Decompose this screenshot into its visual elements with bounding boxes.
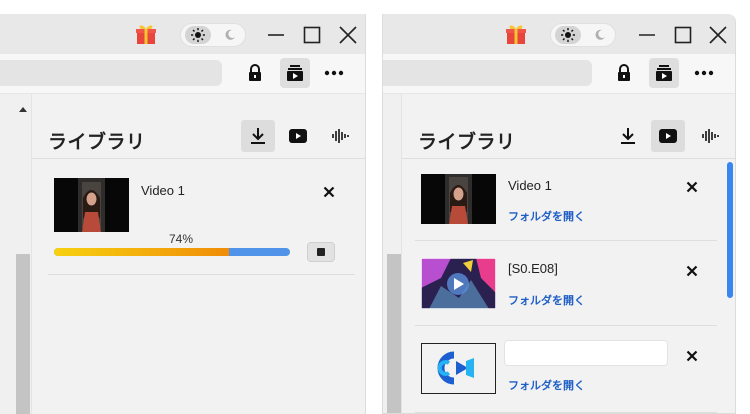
list-item: フォルダを開く	[402, 326, 735, 413]
stop-icon	[317, 248, 325, 256]
sun-icon[interactable]	[555, 26, 581, 44]
close-icon[interactable]	[319, 182, 339, 202]
progress-fill	[54, 248, 229, 256]
media-player-icon[interactable]	[280, 58, 310, 88]
youtube-play-icon	[289, 129, 307, 143]
close-window-button[interactable]	[334, 22, 362, 48]
video-thumbnail[interactable]	[421, 258, 496, 309]
minimize-button[interactable]	[262, 22, 290, 48]
browser-toolbar	[383, 54, 735, 94]
tab-youtube[interactable]	[651, 120, 685, 152]
lock-icon[interactable]	[609, 58, 639, 88]
tab-download[interactable]	[611, 120, 645, 152]
app-window-library: ライブラリ Video 1 フォルダを開く [S0.E08] フォルダを開く フ…	[382, 14, 736, 414]
tab-youtube[interactable]	[281, 120, 315, 152]
item-title: Video 1	[141, 183, 185, 198]
theme-toggle[interactable]	[550, 23, 616, 47]
maximize-button[interactable]	[298, 22, 326, 48]
address-bar[interactable]	[0, 60, 222, 86]
more-icon[interactable]	[689, 58, 719, 88]
tab-download[interactable]	[241, 120, 275, 152]
audio-waveform-icon	[702, 129, 719, 143]
panel-title: ライブラリ	[418, 132, 516, 153]
lock-icon[interactable]	[240, 58, 270, 88]
list-scrollbar-thumb[interactable]	[727, 162, 733, 298]
panel-title: ライブラリ	[48, 132, 146, 153]
library-panel: ライブラリ Video 1 74%	[31, 94, 365, 414]
close-icon[interactable]	[682, 177, 702, 197]
progress-percent: 74%	[169, 232, 194, 246]
moon-icon[interactable]	[219, 26, 241, 44]
video-thumbnail[interactable]	[54, 178, 129, 232]
item-title: [S0.E08]	[508, 261, 558, 276]
download-icon	[621, 128, 635, 144]
sun-icon[interactable]	[185, 26, 211, 44]
list-item: Video 1 74%	[32, 159, 365, 275]
close-icon[interactable]	[682, 346, 702, 366]
app-logo-thumbnail[interactable]	[421, 343, 496, 394]
gift-icon[interactable]	[504, 22, 528, 46]
item-title: Video 1	[508, 178, 552, 193]
more-icon[interactable]	[319, 58, 349, 88]
list-item: Video 1 フォルダを開く	[402, 159, 735, 241]
library-panel: ライブラリ Video 1 フォルダを開く [S0.E08] フォルダを開く フ…	[401, 94, 735, 413]
download-icon	[251, 128, 265, 144]
open-folder-link[interactable]: フォルダを開く	[508, 208, 585, 224]
minimize-button[interactable]	[633, 22, 661, 48]
title-bar	[0, 14, 365, 54]
maximize-button[interactable]	[669, 22, 697, 48]
stop-button[interactable]	[307, 242, 335, 262]
divider	[415, 412, 717, 413]
scrollbar-thumb[interactable]	[387, 254, 401, 413]
open-folder-link[interactable]: フォルダを開く	[508, 377, 585, 393]
address-bar[interactable]	[383, 60, 592, 86]
divider	[48, 274, 355, 275]
tab-audio[interactable]	[323, 120, 357, 152]
audio-waveform-icon	[332, 129, 349, 143]
theme-toggle[interactable]	[180, 23, 246, 47]
scroll-up-icon[interactable]	[19, 107, 27, 112]
title-field[interactable]	[504, 340, 668, 366]
scrollbar-thumb[interactable]	[16, 254, 30, 414]
scroll-strip	[0, 94, 30, 414]
youtube-play-icon	[659, 129, 677, 143]
moon-icon[interactable]	[589, 26, 611, 44]
browser-toolbar	[0, 54, 365, 94]
app-window-downloading: ライブラリ Video 1 74%	[0, 14, 366, 414]
close-icon[interactable]	[682, 261, 702, 281]
list-item: [S0.E08] フォルダを開く	[402, 241, 735, 326]
title-bar	[383, 14, 735, 54]
video-thumbnail[interactable]	[421, 174, 496, 224]
open-folder-link[interactable]: フォルダを開く	[508, 292, 585, 308]
media-player-icon[interactable]	[649, 58, 679, 88]
download-progress-bar	[54, 248, 290, 256]
gift-icon[interactable]	[134, 22, 158, 46]
close-window-button[interactable]	[704, 22, 732, 48]
tab-audio[interactable]	[693, 120, 727, 152]
